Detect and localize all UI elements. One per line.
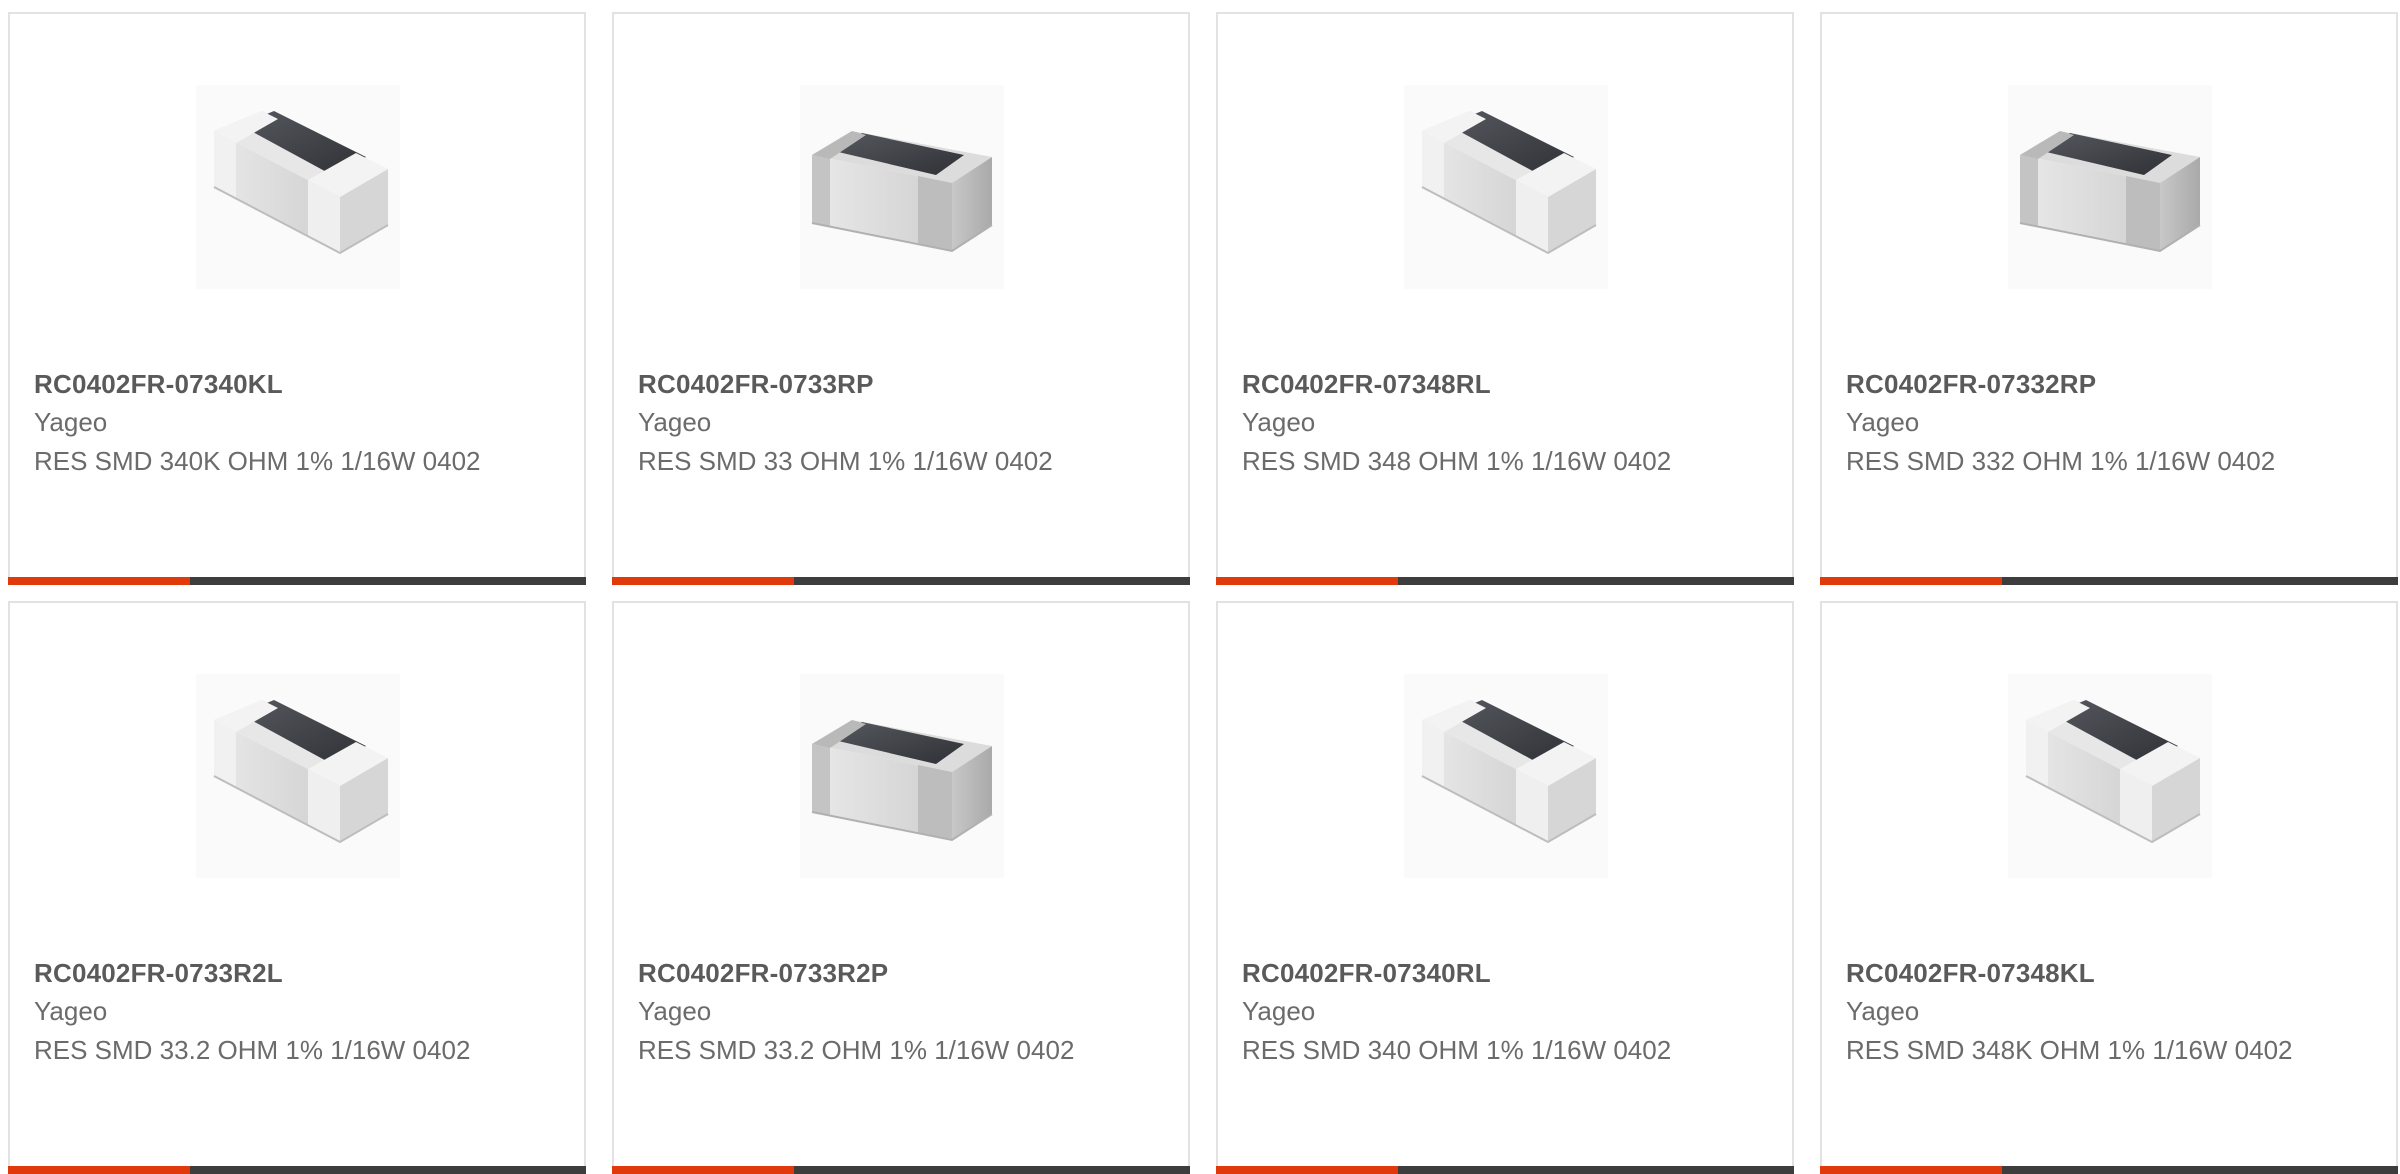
card-accent-bar (8, 577, 586, 585)
resistor-chip-image (196, 674, 400, 878)
manufacturer-label: Yageo (1846, 407, 1920, 437)
card-accent-bar (1216, 1166, 1794, 1174)
resistor-chip-image (1404, 85, 1608, 289)
product-card[interactable]: RC0402FR-07340KL Yageo RES SMD 340K OHM … (8, 12, 586, 585)
product-description: RES SMD 340K OHM 1% 1/16W 0402 (34, 446, 481, 476)
part-number-link[interactable]: RC0402FR-0733RP (638, 369, 874, 400)
card-accent-segment (612, 1166, 794, 1174)
manufacturer-label: Yageo (1846, 996, 1920, 1026)
product-card[interactable]: RC0402FR-07348KL Yageo RES SMD 348K OHM … (1820, 601, 2398, 1174)
product-card[interactable]: RC0402FR-0733RP Yageo RES SMD 33 OHM 1% … (612, 12, 1190, 585)
part-number-link[interactable]: RC0402FR-07348KL (1846, 958, 2095, 989)
card-accent-segment (1216, 577, 1398, 585)
product-description: RES SMD 332 OHM 1% 1/16W 0402 (1846, 446, 2276, 476)
card-accent-segment (8, 577, 190, 585)
manufacturer-label: Yageo (34, 996, 108, 1026)
manufacturer-label: Yageo (1242, 996, 1316, 1026)
part-number-link[interactable]: RC0402FR-07348RL (1242, 369, 1491, 400)
resistor-chip-image (196, 85, 400, 289)
card-accent-bar (612, 1166, 1190, 1174)
resistor-chip-image (800, 85, 1004, 289)
card-accent-bar (1216, 577, 1794, 585)
card-accent-bar (1820, 577, 2398, 585)
resistor-chip-image (800, 674, 1004, 878)
product-description: RES SMD 33 OHM 1% 1/16W 0402 (638, 446, 1053, 476)
part-number-link[interactable]: RC0402FR-07340RL (1242, 958, 1491, 989)
part-number-link[interactable]: RC0402FR-07340KL (34, 369, 283, 400)
card-accent-bar (8, 1166, 586, 1174)
product-card[interactable]: RC0402FR-07348RL Yageo RES SMD 348 OHM 1… (1216, 12, 1794, 585)
resistor-chip-image (1404, 674, 1608, 878)
part-number-link[interactable]: RC0402FR-07332RP (1846, 369, 2096, 400)
card-accent-segment (8, 1166, 190, 1174)
card-accent-segment (1216, 1166, 1398, 1174)
resistor-chip-image (2008, 674, 2212, 878)
manufacturer-label: Yageo (1242, 407, 1316, 437)
product-description: RES SMD 340 OHM 1% 1/16W 0402 (1242, 1035, 1672, 1065)
part-number-link[interactable]: RC0402FR-0733R2L (34, 958, 283, 989)
card-accent-bar (612, 577, 1190, 585)
product-card[interactable]: RC0402FR-0733R2P Yageo RES SMD 33.2 OHM … (612, 601, 1190, 1174)
card-accent-segment (1820, 577, 2002, 585)
product-card[interactable]: RC0402FR-07340RL Yageo RES SMD 340 OHM 1… (1216, 601, 1794, 1174)
card-accent-segment (1820, 1166, 2002, 1174)
manufacturer-label: Yageo (34, 407, 108, 437)
card-accent-bar (1820, 1166, 2398, 1174)
product-grid: RC0402FR-07340KL Yageo RES SMD 340K OHM … (0, 0, 2400, 1174)
product-description: RES SMD 33.2 OHM 1% 1/16W 0402 (34, 1035, 471, 1065)
manufacturer-label: Yageo (638, 407, 712, 437)
product-description: RES SMD 33.2 OHM 1% 1/16W 0402 (638, 1035, 1075, 1065)
product-card[interactable]: RC0402FR-07332RP Yageo RES SMD 332 OHM 1… (1820, 12, 2398, 585)
manufacturer-label: Yageo (638, 996, 712, 1026)
resistor-chip-image (2008, 85, 2212, 289)
product-description: RES SMD 348K OHM 1% 1/16W 0402 (1846, 1035, 2293, 1065)
card-accent-segment (612, 577, 794, 585)
product-description: RES SMD 348 OHM 1% 1/16W 0402 (1242, 446, 1672, 476)
product-card[interactable]: RC0402FR-0733R2L Yageo RES SMD 33.2 OHM … (8, 601, 586, 1174)
part-number-link[interactable]: RC0402FR-0733R2P (638, 958, 888, 989)
